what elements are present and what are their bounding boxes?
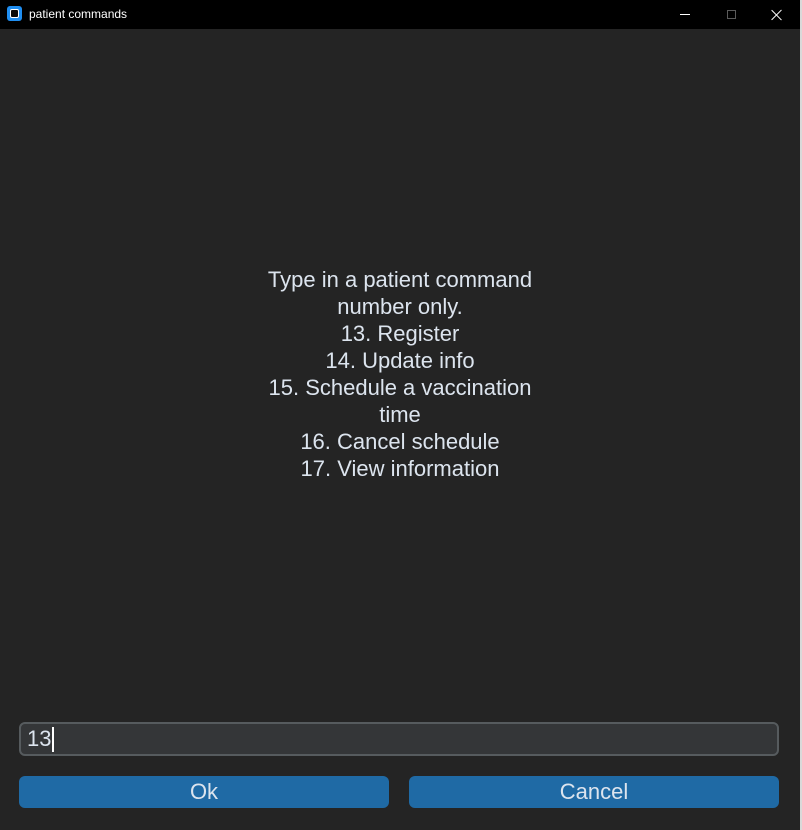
text-caret	[52, 727, 54, 752]
close-icon	[771, 9, 783, 21]
cancel-button[interactable]: Cancel	[409, 776, 779, 808]
command-option-cancel-schedule: 16. Cancel schedule	[300, 429, 500, 454]
window-title: patient commands	[29, 7, 128, 21]
command-option-update-info: 14. Update info	[325, 348, 475, 373]
command-option-schedule: 15. Schedule a vaccination	[268, 375, 532, 400]
maximize-button[interactable]	[708, 0, 754, 29]
command-option-register: 13. Register	[340, 321, 460, 346]
title-bar[interactable]: patient commands	[0, 0, 800, 29]
command-option-schedule-cont: time	[379, 402, 421, 427]
command-number-input[interactable]	[19, 722, 779, 756]
maximize-icon	[726, 10, 736, 19]
instruction-line: Type in a patient command	[267, 267, 533, 292]
command-option-view-info: 17. View information	[300, 456, 500, 481]
ok-button[interactable]: Ok	[19, 776, 389, 808]
dialog-window: patient commands Type in a patient comma…	[0, 0, 800, 830]
close-button[interactable]	[754, 0, 800, 29]
minimize-icon	[680, 14, 690, 15]
instruction-line: number only.	[337, 294, 463, 319]
minimize-button[interactable]	[662, 0, 708, 29]
app-icon	[7, 6, 22, 21]
instructions-text: Type in a patient command number only. 1…	[100, 266, 700, 482]
